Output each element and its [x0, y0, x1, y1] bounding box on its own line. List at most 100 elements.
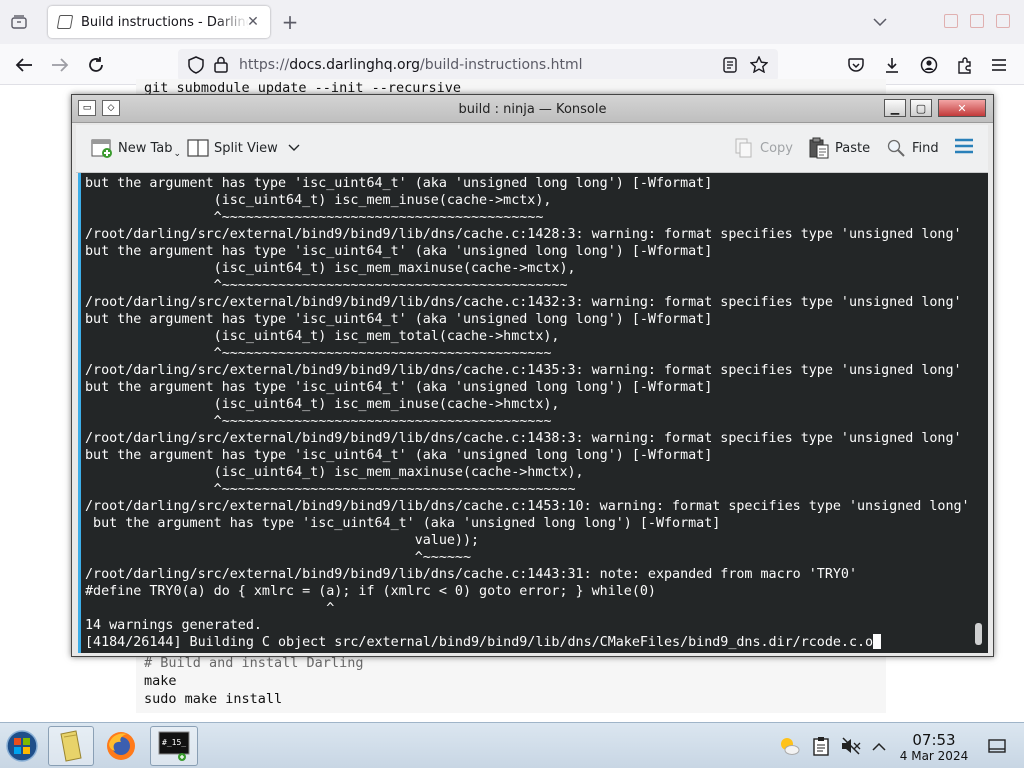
new-tab-label: New Tab: [118, 140, 173, 156]
url-host: docs.darlinghq.org: [289, 57, 421, 73]
find-label: Find: [912, 140, 939, 156]
new-tab-button[interactable]: New Tab ⌄: [90, 137, 181, 159]
terminal-line: ^~~~~~~~~~~~~~~~~~~~~~~~~~~~~~~~~~~~~~~~…: [85, 414, 552, 429]
minimize-button[interactable]: ▁: [884, 99, 906, 117]
terminal-line: (isc_uint64_t) isc_mem_inuse(cache->mctx…: [85, 193, 552, 208]
copy-label: Copy: [760, 140, 793, 156]
terminal-line: (isc_uint64_t) isc_mem_inuse(cache->hmct…: [85, 397, 560, 412]
clock-time: 07:53: [912, 731, 956, 749]
split-view-label: Split View: [214, 140, 278, 156]
terminal-line: #define TRY0(a) do { xmlrc = (a); if (xm…: [85, 584, 656, 599]
terminal-line: ^~~~~~~~~~~~~~~~~~~~~~~~~~~~~~~~~~~~~~~~…: [85, 346, 552, 361]
terminal-line: 14 warnings generated.: [85, 618, 262, 633]
tab-overview-icon[interactable]: [8, 12, 30, 32]
close-ghost-icon[interactable]: [996, 14, 1010, 28]
terminal-line: ^: [85, 601, 335, 616]
split-view-button[interactable]: Split View: [186, 137, 300, 159]
terminal-progress-text: [4184/26144] Building C object src/exter…: [85, 635, 874, 650]
url-prefix: https://: [239, 57, 290, 73]
terminal-line: /root/darling/src/external/bind9/bind9/l…: [85, 431, 962, 446]
show-hidden-tray-chevron-icon[interactable]: [868, 735, 890, 757]
terminal-area[interactable]: but the argument has type 'isc_uint64_t'…: [78, 173, 988, 653]
split-view-chevron-icon[interactable]: [288, 141, 300, 156]
konsole-window: ▭ ◇ build : ninja — Konsole ▁ ▢ ✕ New Ta…: [71, 94, 994, 657]
taskbar-clock[interactable]: 07:53 4 Mar 2024: [896, 732, 972, 764]
weather-tray-icon[interactable]: [778, 735, 800, 757]
terminal-output: but the argument has type 'isc_uint64_t'…: [85, 175, 970, 651]
start-orb-icon: [6, 730, 38, 762]
paste-icon: [807, 137, 831, 159]
show-desktop-icon[interactable]: [986, 735, 1008, 757]
terminal-line: but the argument has type 'isc_uint64_t'…: [85, 448, 713, 463]
terminal-line: value));: [85, 533, 480, 548]
extensions-puzzle-icon[interactable]: [950, 50, 980, 80]
maximize-button[interactable]: ▢: [910, 99, 932, 117]
list-all-tabs-chevron-icon[interactable]: [868, 10, 892, 34]
terminal-line: but the argument has type 'isc_uint64_t'…: [85, 176, 713, 191]
page-favicon-icon: [56, 15, 74, 29]
terminal-line: (isc_uint64_t) isc_mem_total(cache->hmct…: [85, 329, 560, 344]
terminal-line: (isc_uint64_t) isc_mem_maxinuse(cache->h…: [85, 465, 584, 480]
konsole-titlebar[interactable]: ▭ ◇ build : ninja — Konsole ▁ ▢ ✕: [72, 95, 993, 123]
copy-icon: [732, 137, 756, 159]
new-tab-plus-icon[interactable]: +: [278, 10, 302, 34]
maximize-ghost-icon[interactable]: [970, 14, 984, 28]
start-menu-button[interactable]: [0, 726, 44, 766]
clock-date: 4 Mar 2024: [899, 749, 969, 763]
reader-view-icon[interactable]: [723, 57, 737, 77]
url-text[interactable]: https://docs.darlinghq.org/build-instruc…: [239, 57, 583, 73]
downloads-icon[interactable]: [877, 50, 907, 80]
terminal-progress-line: [4184/26144] Building C object src/exter…: [85, 634, 970, 651]
terminal-line: ^~~~~~~: [85, 550, 472, 565]
terminal-line: but the argument has type 'isc_uint64_t'…: [85, 380, 713, 395]
paste-button[interactable]: Paste: [807, 137, 870, 159]
account-icon[interactable]: [914, 50, 944, 80]
terminal-line: /root/darling/src/external/bind9/bind9/l…: [85, 363, 962, 378]
terminal-cursor: [873, 634, 882, 649]
taskbar-firefox[interactable]: [98, 726, 144, 766]
konsole-toolbar: New Tab ⌄ Split View Copy Paste Find: [76, 125, 988, 173]
taskbar-konsole[interactable]: #_15_: [150, 726, 198, 766]
find-magnifier-icon: [884, 137, 908, 159]
code-line-make-install: sudo make install: [144, 691, 283, 707]
forward-arrow-icon[interactable]: [45, 50, 75, 80]
terminal-line: ^~~~~~~~~~~~~~~~~~~~~~~~~~~~~~~~~~~~~~~~…: [85, 482, 576, 497]
volume-muted-tray-icon[interactable]: [840, 735, 862, 757]
terminal-line: but the argument has type 'isc_uint64_t'…: [85, 516, 721, 531]
terminal-line: but the argument has type 'isc_uint64_t'…: [85, 244, 713, 259]
terminal-line: ^~~~~~~~~~~~~~~~~~~~~~~~~~~~~~~~~~~~~~~~…: [85, 210, 544, 225]
terminal-line: /root/darling/src/external/bind9/bind9/l…: [85, 567, 858, 582]
file-manager-icon: [60, 730, 82, 762]
back-arrow-icon[interactable]: [9, 50, 39, 80]
hamburger-menu-icon[interactable]: [984, 50, 1014, 80]
konsole-terminal-icon: #_15_: [158, 731, 190, 761]
bookmark-star-icon[interactable]: [749, 55, 769, 77]
terminal-line: (isc_uint64_t) isc_mem_maxinuse(cache->m…: [85, 261, 576, 276]
tab-build-instructions[interactable]: Build instructions - Darling ✕: [48, 6, 270, 38]
konsole-title: build : ninja — Konsole: [458, 102, 607, 117]
browser-tab-bar: Build instructions - Darling ✕ +: [0, 0, 1024, 44]
konsole-hamburger-menu-icon[interactable]: [954, 138, 974, 154]
close-tab-icon[interactable]: ✕: [244, 13, 262, 31]
tracking-shield-icon[interactable]: [188, 56, 204, 78]
minimize-ghost-icon[interactable]: [944, 14, 958, 28]
terminal-line: but the argument has type 'isc_uint64_t'…: [85, 312, 713, 327]
firefox-icon: [107, 732, 135, 760]
terminal-scrollbar[interactable]: [975, 623, 982, 645]
code-line-make: make: [144, 673, 177, 689]
url-path: /build-instructions.html: [420, 57, 583, 73]
lock-icon[interactable]: [214, 56, 228, 77]
paste-label: Paste: [835, 140, 871, 156]
taskbar-file-manager[interactable]: [48, 726, 94, 766]
terminal-line: /root/darling/src/external/bind9/bind9/l…: [85, 295, 962, 310]
reload-icon[interactable]: [81, 50, 111, 80]
find-button[interactable]: Find: [884, 137, 939, 159]
close-button[interactable]: ✕: [938, 99, 986, 117]
terminal-line: /root/darling/src/external/bind9/bind9/l…: [85, 499, 970, 514]
split-view-icon: [186, 137, 210, 159]
new-tab-dropdown-icon[interactable]: ⌄: [174, 149, 182, 159]
clipboard-tray-icon[interactable]: [810, 735, 832, 757]
pocket-icon[interactable]: [841, 50, 871, 80]
copy-button[interactable]: Copy: [732, 137, 793, 159]
url-bar[interactable]: https://docs.darlinghq.org/build-instruc…: [178, 49, 778, 81]
